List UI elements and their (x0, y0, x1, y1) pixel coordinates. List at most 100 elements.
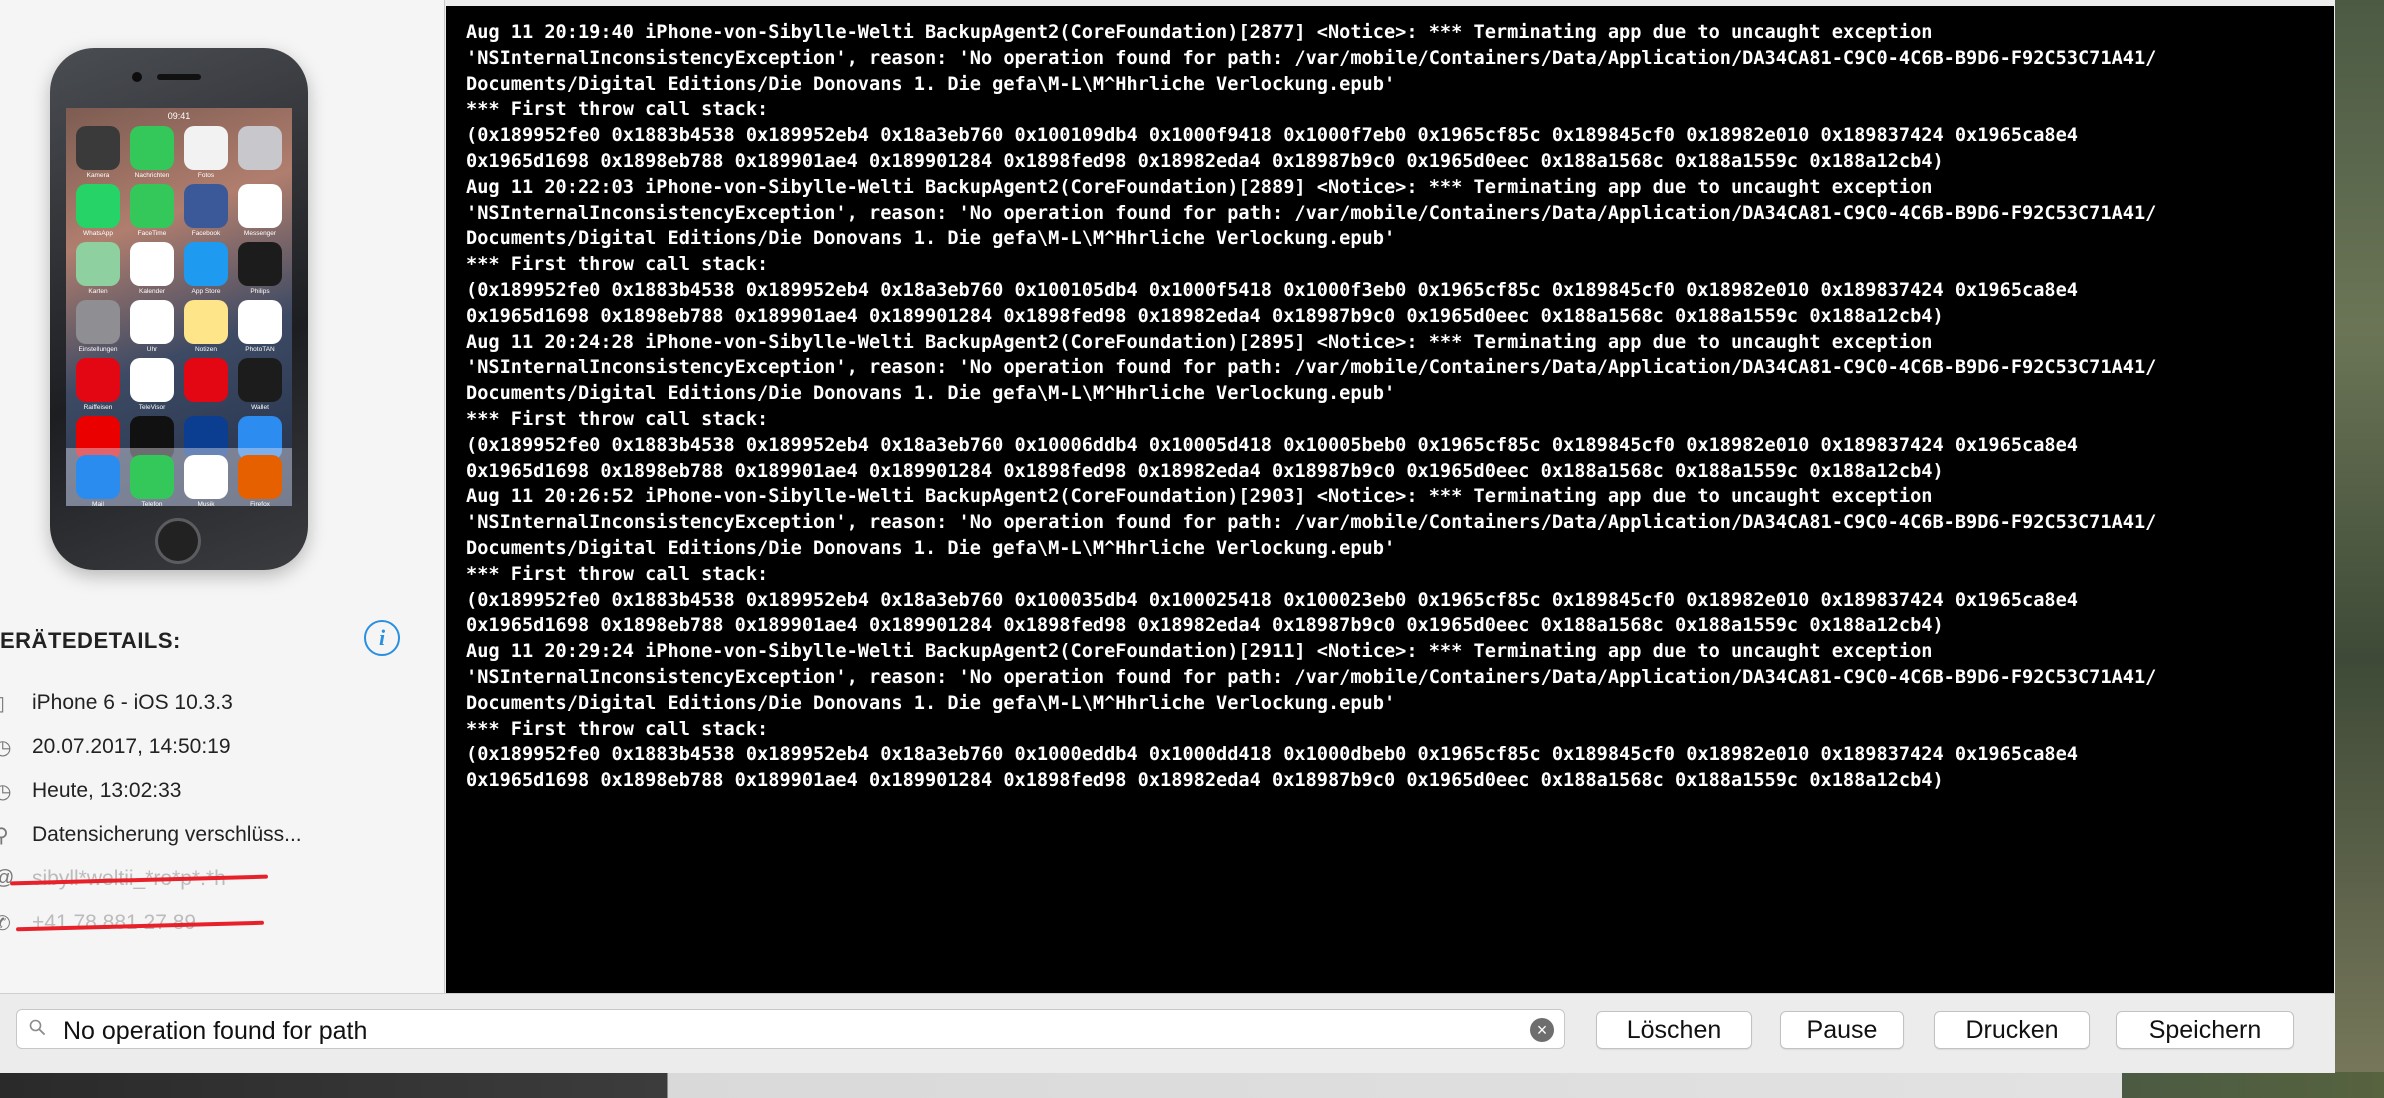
search-field[interactable]: No operation found for path × (16, 1009, 1565, 1049)
hue-icon: Philips (238, 242, 282, 295)
app-label: Karten (88, 288, 108, 295)
log-line: (0x189952fe0 0x1883b4538 0x189952eb4 0x1… (466, 125, 2078, 147)
info-icon[interactable]: i (364, 620, 400, 656)
app-label: Kalender (138, 288, 166, 295)
pause-button[interactable]: Pause (1780, 1011, 1904, 1049)
app-label: TeleVisor (138, 404, 166, 411)
app-label: Firefox (250, 501, 270, 506)
log-line: (0x189952fe0 0x1883b4538 0x189952eb4 0x1… (466, 434, 2078, 456)
log-line: *** First throw call stack: (466, 254, 769, 276)
app-label: Notizen (194, 346, 218, 353)
clock-icon: Uhr (130, 300, 174, 353)
search-input-value[interactable]: No operation found for path (63, 1017, 367, 1046)
log-line: Documents/Digital Editions/Die Donovans … (466, 228, 1396, 250)
log-line: Aug 11 20:22:03 iPhone-von-Sibylle-Welti… (466, 176, 1933, 198)
log-line: Aug 11 20:26:52 iPhone-von-Sibylle-Welti… (466, 486, 1933, 508)
log-line: (0x189952fe0 0x1883b4538 0x189952eb4 0x1… (466, 589, 2078, 611)
earpiece (157, 74, 201, 80)
firefox-icon: Firefox (238, 455, 282, 506)
log-line: Documents/Digital Editions/Die Donovans … (466, 692, 1396, 714)
settings-icon: Einstellungen (76, 300, 120, 353)
log-line: 'NSInternalInconsistencyException', reas… (466, 47, 2157, 69)
app-grid: Kamera Nachrichten Fotos WhatsApp FaceTime Fa… (76, 126, 282, 469)
log-line: Documents/Digital Editions/Die Donovans … (466, 73, 1396, 95)
log-line: 'NSInternalInconsistencyException', reas… (466, 512, 2157, 534)
log-line: 0x1965d1698 0x1898eb788 0x189901ae4 0x18… (466, 305, 1944, 327)
log-line: 'NSInternalInconsistencyException', reas… (466, 357, 2157, 379)
at-icon: @ (0, 867, 14, 891)
detail-encryption: Datensicherung verschlüss... (32, 823, 302, 846)
app-label: FaceTime (137, 230, 167, 237)
save-button[interactable]: Speichern (2116, 1011, 2294, 1049)
app-label: Messenger (243, 230, 277, 237)
app-label: Uhr (146, 346, 158, 353)
desktop-wallpaper (2335, 0, 2384, 1098)
mail-icon: Mail (76, 455, 120, 506)
log-line: 0x1965d1698 0x1898eb788 0x189901ae4 0x18… (466, 460, 1944, 482)
home-button (155, 518, 201, 564)
iphone-screen: 09:41 Kamera Nachrichten Fotos WhatsApp Face… (66, 108, 292, 506)
log-line: Aug 11 20:29:24 iPhone-von-Sibylle-Welti… (466, 641, 1933, 663)
camera-icon: Kamera (76, 126, 120, 179)
detail-model: iPhone 6 - iOS 10.3.3 (32, 691, 233, 714)
clear-log-button[interactable]: Löschen (1596, 1011, 1752, 1049)
iphone-dock: Mail Telefon Musik Firefox (66, 448, 292, 506)
bottom-toolbar: No operation found for path × Löschen Pa… (0, 993, 2335, 1073)
detail-row-first-backup: ◷ 20.07.2017, 14:50:19 (0, 732, 440, 764)
messages-icon: Nachrichten (130, 126, 174, 179)
log-line: Aug 11 20:19:40 iPhone-von-Sibylle-Welti… (466, 22, 1933, 43)
calendar-icon: Kalender (130, 242, 174, 295)
log-line: *** First throw call stack: (466, 718, 769, 740)
log-line: 0x1965d1698 0x1898eb788 0x189901ae4 0x18… (466, 150, 1944, 172)
notes-icon: Notizen (184, 300, 228, 353)
phone-icon: Telefon (130, 455, 174, 506)
log-line: Aug 11 20:24:28 iPhone-von-Sibylle-Welti… (466, 331, 1933, 353)
app-label: Telefon (141, 501, 163, 506)
log-line: 0x1965d1698 0x1898eb788 0x189901ae4 0x18… (466, 770, 1944, 792)
front-camera (132, 72, 142, 82)
log-line: *** First throw call stack: (466, 408, 769, 430)
app-label: Mail (92, 501, 104, 506)
maps-icon: Karten (76, 242, 120, 295)
desktop-dock-strip (0, 1072, 2384, 1098)
print-button[interactable]: Drucken (1934, 1011, 2090, 1049)
log-line: (0x189952fe0 0x1883b4538 0x189952eb4 0x1… (466, 744, 2078, 766)
app-label: Musik (197, 501, 215, 506)
app-label: WhatsApp (83, 230, 113, 237)
facebook-icon: Facebook (184, 184, 228, 237)
detail-last-backup: Heute, 13:02:33 (32, 779, 182, 802)
app-label: Einstellungen (78, 346, 118, 353)
swiss-icon (184, 358, 228, 402)
console-window: 09:41 Kamera Nachrichten Fotos WhatsApp Face… (0, 0, 2335, 1073)
search-icon (29, 1019, 45, 1035)
iphone-image: 09:41 Kamera Nachrichten Fotos WhatsApp Face… (50, 48, 308, 570)
detail-row-model: ▯ iPhone 6 - iOS 10.3.3 (0, 688, 440, 720)
whatsapp-icon: WhatsApp (76, 184, 120, 237)
wallet-icon: Wallet (238, 358, 282, 411)
clock-icon: ◷ (0, 737, 12, 759)
contacts-icon (238, 126, 282, 170)
phone-icon: ✆ (0, 913, 11, 935)
app-label: App Store (191, 288, 221, 295)
facetime-icon: FaceTime (130, 184, 174, 237)
local-icon: TeleVisor (130, 358, 174, 411)
log-line: Documents/Digital Editions/Die Donovans … (466, 537, 1396, 559)
device-details-title: ERÄTEDETAILS: (0, 628, 181, 653)
log-line: (0x189952fe0 0x1883b4538 0x189952eb4 0x1… (466, 279, 2078, 301)
console-log-output[interactable]: Aug 11 20:19:40 iPhone-von-Sibylle-Welti… (446, 6, 2334, 993)
clock-icon: ◷ (0, 781, 12, 803)
log-line: *** First throw call stack: (466, 99, 769, 121)
log-line: 'NSInternalInconsistencyException', reas… (466, 666, 2157, 688)
clear-search-icon[interactable]: × (1530, 1018, 1554, 1042)
app-label: Fotos (197, 172, 215, 179)
detail-row-last-backup: ◷ Heute, 13:02:33 (0, 776, 440, 808)
detail-row-email: @ sibyll*weltii_*ro*p*.*h (0, 864, 440, 896)
device-icon: ▯ (0, 691, 10, 715)
log-line: Documents/Digital Editions/Die Donovans … (466, 383, 1396, 405)
music-icon: Musik (184, 455, 228, 506)
dock-grid: Mail Telefon Musik Firefox (76, 455, 282, 506)
log-line: 'NSInternalInconsistencyException', reas… (466, 202, 2157, 224)
raiffeisen-icon: Raiffeisen (76, 358, 120, 411)
appstore-icon: App Store (184, 242, 228, 295)
photos-icon: Fotos (184, 126, 228, 179)
